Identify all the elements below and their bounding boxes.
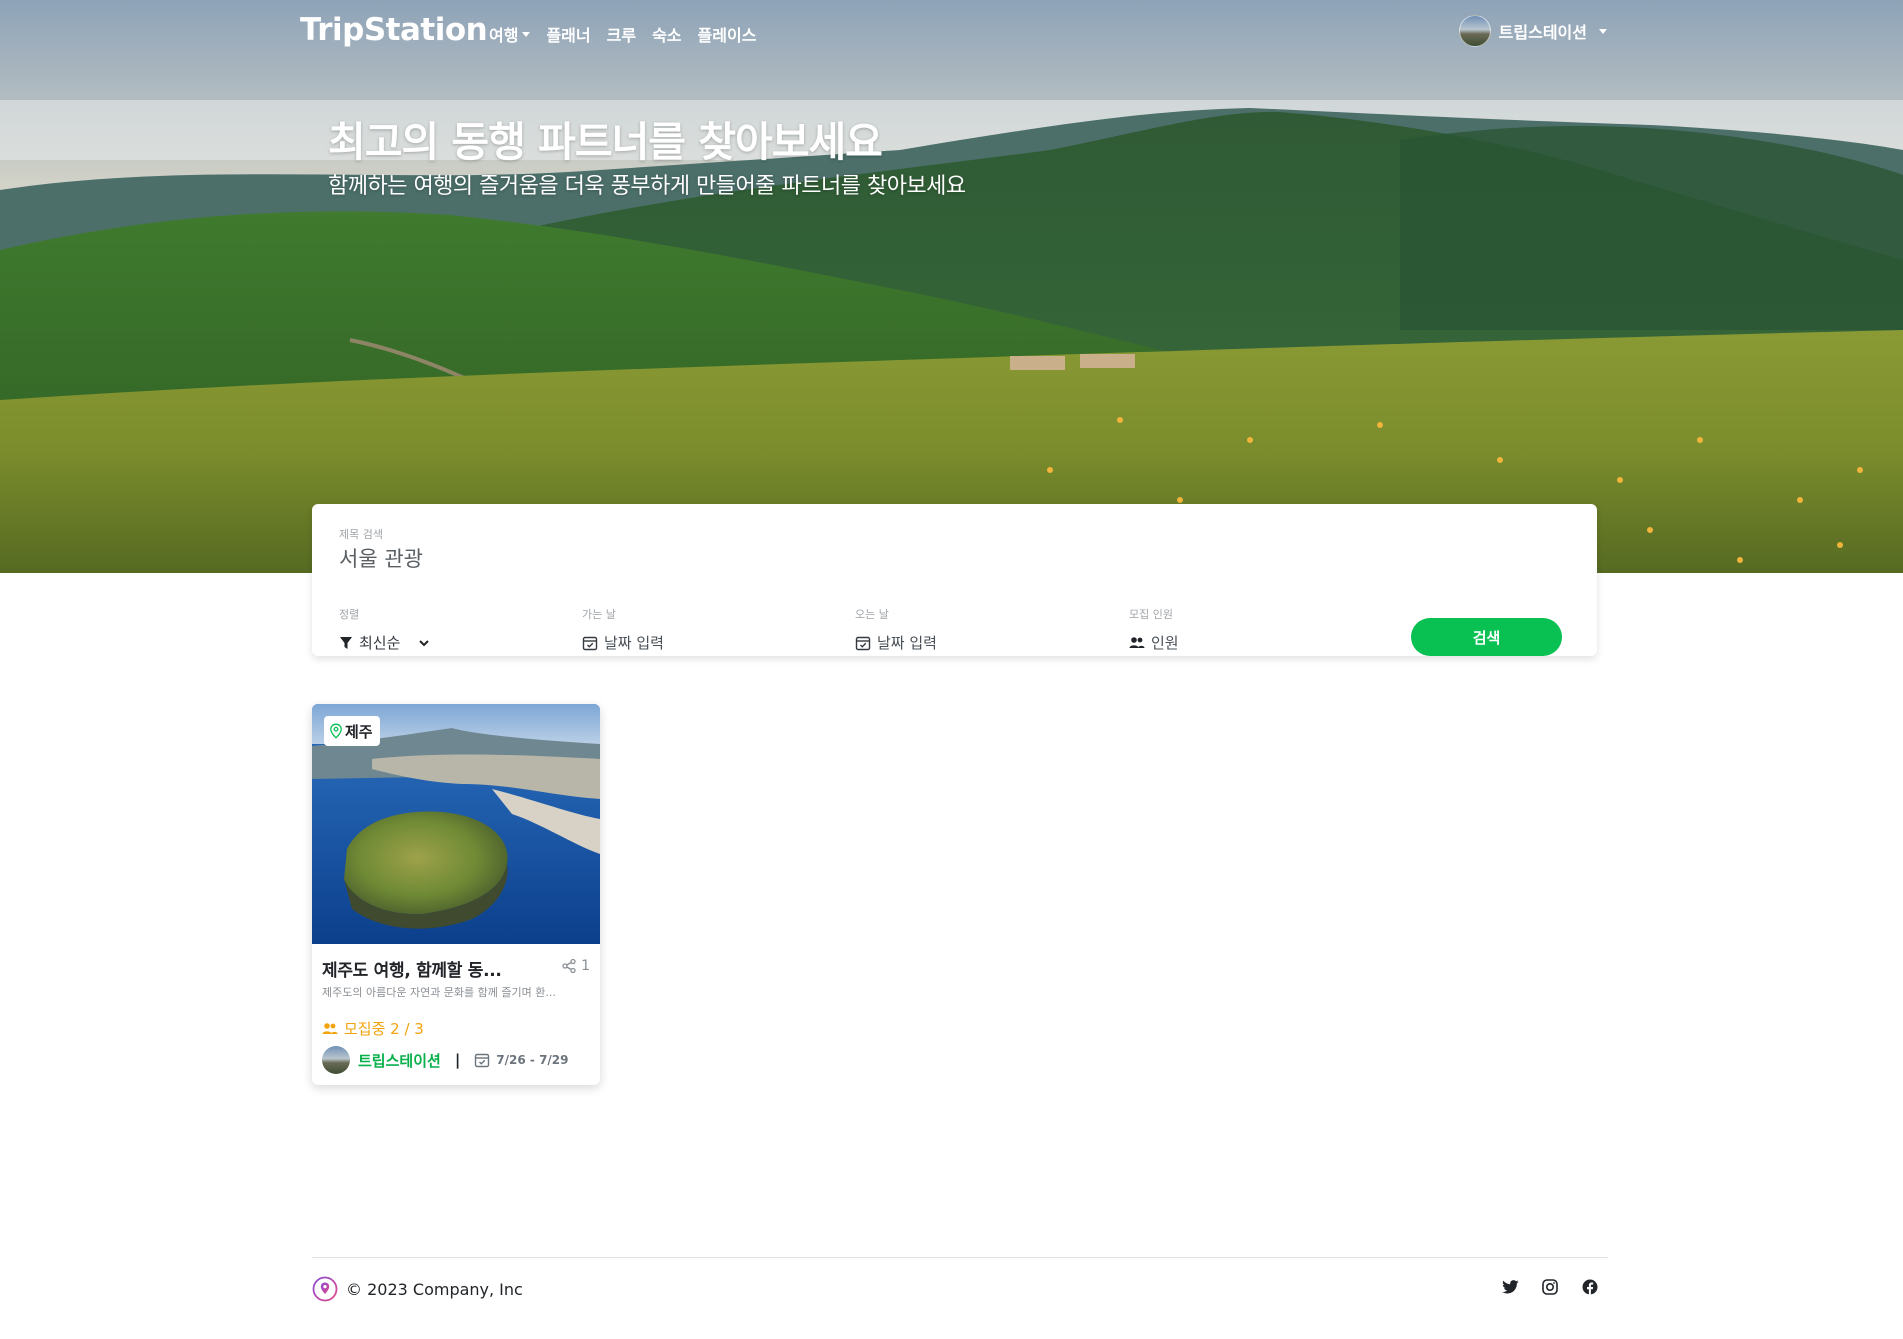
menu-item-label: 플레이스: [697, 26, 757, 45]
people-icon: [1129, 636, 1145, 648]
people-label: 모집 인원: [1129, 608, 1173, 621]
avatar: [1458, 15, 1491, 47]
sort-value: 최신순: [359, 634, 401, 652]
caret-down-icon: [1599, 28, 1607, 34]
sort-select[interactable]: 최신순: [339, 632, 430, 653]
menu-item-crew[interactable]: 크루: [607, 22, 636, 46]
calendar-check-icon: [475, 1053, 490, 1068]
people-placeholder: 인원: [1151, 634, 1179, 652]
share-count: 1: [581, 958, 590, 974]
people-input[interactable]: 인원: [1129, 632, 1179, 653]
title-search-input[interactable]: [339, 546, 1439, 570]
social-links: [1500, 1277, 1600, 1297]
main-menu: 여행 플래너 크루 숙소 플레이스: [489, 22, 756, 46]
return-date-label: 오는 날: [855, 608, 889, 621]
copyright-text: © 2023 Company, Inc: [346, 1279, 523, 1299]
trip-card[interactable]: 제주 제주도 여행, 함께할 동... 1 제주도의 아름다운 자연과 문화를 …: [312, 704, 600, 1085]
instagram-icon[interactable]: [1540, 1277, 1560, 1297]
return-date-placeholder: 날짜 입력: [877, 634, 937, 652]
filter-icon: [340, 636, 352, 649]
region-label: 제주: [345, 722, 373, 741]
mountain-landscape-image: [0, 0, 1903, 573]
calendar-check-icon: [582, 636, 598, 650]
recruit-status: 모집중 2 / 3: [322, 1018, 424, 1039]
location-logo-icon[interactable]: [312, 1276, 338, 1302]
user-name: 트립스테이션: [1498, 23, 1587, 42]
footer-brand: © 2023 Company, Inc: [312, 1276, 523, 1302]
share-icon: [562, 958, 576, 974]
caret-down-icon: [522, 31, 531, 37]
share-button[interactable]: 1: [561, 958, 590, 974]
hero-subtitle: 함께하는 여행의 즐거움을 더욱 풍부하게 만들어줄 파트너를 찾아보세요: [328, 174, 966, 199]
region-badge: 제주: [324, 716, 380, 746]
sort-label: 정렬: [339, 608, 360, 621]
trip-dates: 7/26 - 7/29: [474, 1052, 569, 1068]
brand-logo[interactable]: TripStation: [300, 12, 488, 48]
menu-item-label: 여행: [489, 26, 519, 45]
recruit-status-text: 모집중 2 / 3: [344, 1020, 424, 1038]
search-panel: 제목 검색 정렬 최신순 가는 날 날짜 입력 오는 날 날짜 입력 모집 인원…: [312, 504, 1597, 656]
host-name[interactable]: 트립스테이션: [358, 1050, 441, 1071]
depart-date-label: 가는 날: [582, 608, 616, 621]
menu-item-label: 크루: [606, 26, 637, 45]
twitter-icon[interactable]: [1500, 1277, 1520, 1297]
user-menu[interactable]: 트립스테이션: [1458, 15, 1607, 47]
menu-item-trip[interactable]: 여행: [489, 22, 531, 46]
menu-item-label: 플래너: [546, 26, 591, 45]
menu-item-place[interactable]: 플레이스: [698, 22, 757, 46]
menu-item-label: 숙소: [652, 26, 682, 45]
chevron-down-icon: [419, 639, 430, 646]
facebook-icon[interactable]: [1580, 1277, 1600, 1297]
footer-divider: [312, 1257, 1608, 1258]
return-date-input[interactable]: 날짜 입력: [855, 632, 937, 653]
depart-date-placeholder: 날짜 입력: [604, 634, 664, 652]
menu-item-planner[interactable]: 플래너: [546, 22, 590, 46]
separator: |: [454, 1051, 461, 1069]
trip-card-description: 제주도의 아름다운 자연과 문화를 함께 즐기며 환...: [322, 986, 556, 999]
calendar-check-icon: [855, 636, 871, 650]
depart-date-input[interactable]: 날짜 입력: [582, 632, 664, 653]
trip-card-footer: 트립스테이션 | 7/26 - 7/29: [322, 1046, 569, 1074]
trip-dates-text: 7/26 - 7/29: [496, 1053, 569, 1067]
hero-banner: [0, 0, 1903, 573]
hero-title: 최고의 동행 파트너를 찾아보세요: [328, 118, 883, 166]
menu-item-lodging[interactable]: 숙소: [652, 22, 681, 46]
map-pin-icon: [330, 723, 342, 739]
people-icon: [322, 1022, 338, 1034]
top-navbar: TripStation 여행 플래너 크루 숙소 플레이스 트립스테이션: [0, 0, 1903, 64]
trip-card-title: 제주도 여행, 함께할 동...: [322, 961, 502, 981]
title-search-label: 제목 검색: [339, 528, 383, 541]
host-avatar: [322, 1046, 350, 1074]
search-button[interactable]: 검색: [1411, 618, 1562, 656]
